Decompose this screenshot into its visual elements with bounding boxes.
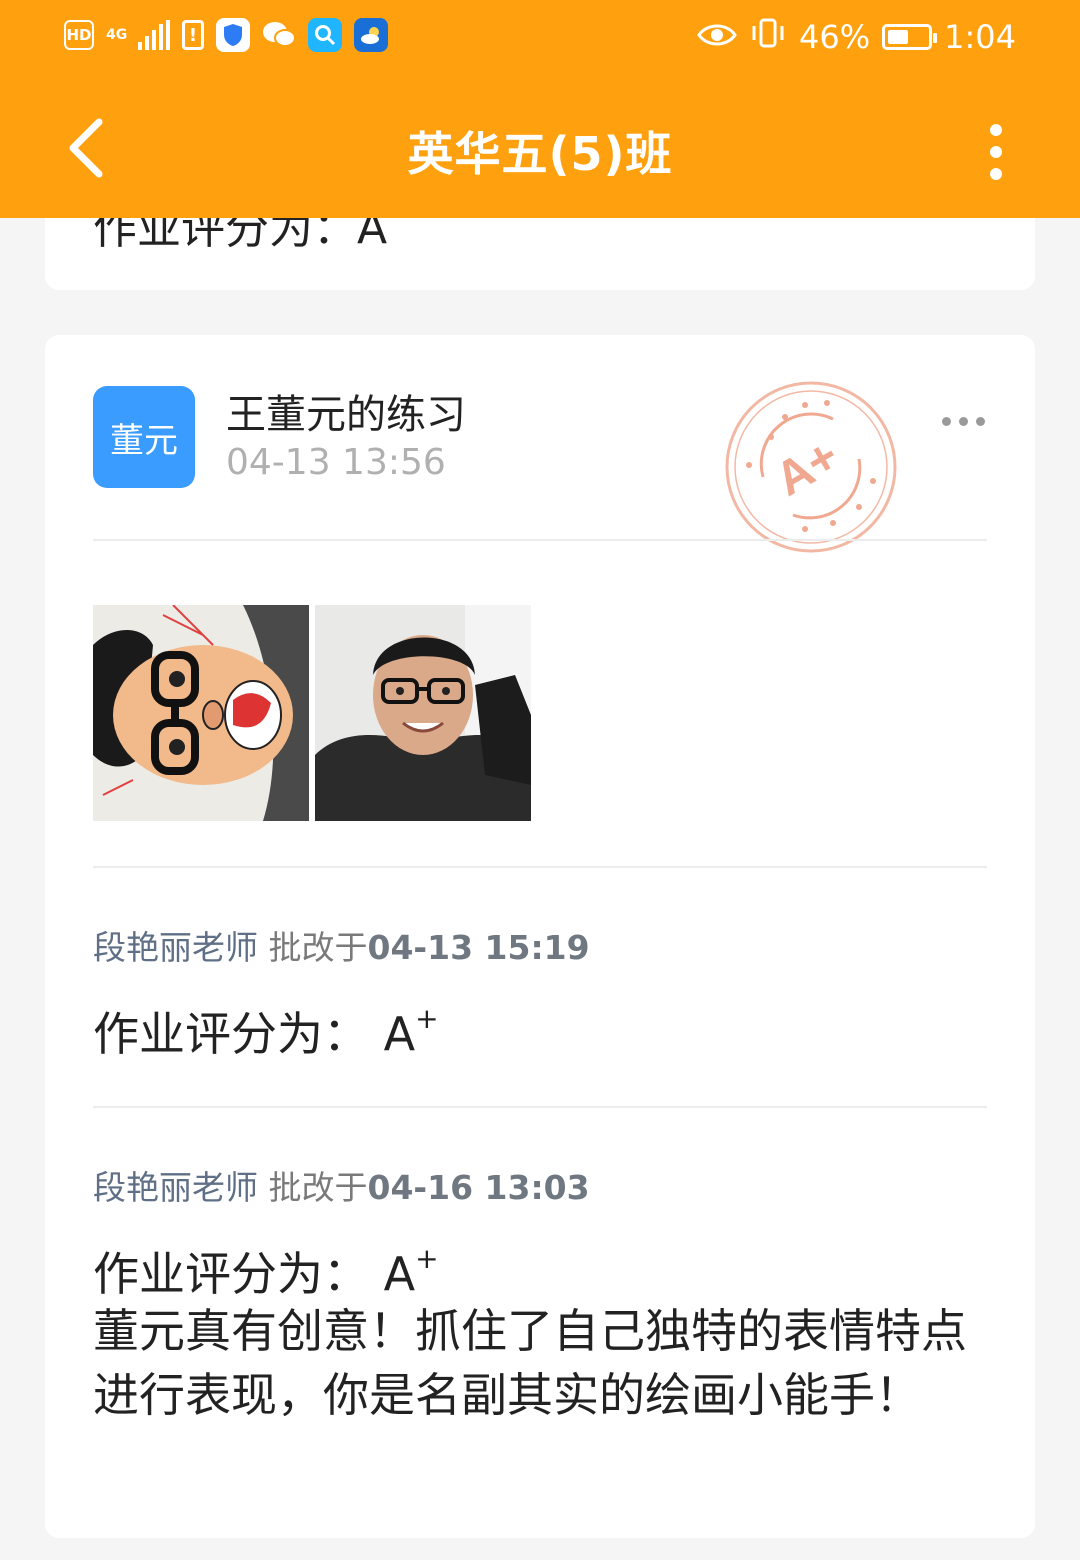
teacher-name: 段艳丽老师 — [93, 928, 258, 967]
post-title: 王董元的练习 — [226, 392, 466, 438]
avatar[interactable]: 董元 — [93, 386, 195, 488]
page-title: 英华五(5)班 — [407, 127, 673, 181]
wechat-icon — [262, 18, 296, 52]
alert-icon: ! — [182, 20, 204, 50]
network-type: 4G — [106, 27, 128, 43]
review-meta: 段艳丽老师 批改于04-13 15:19 — [93, 921, 590, 969]
teacher-name: 段艳丽老师 — [93, 1168, 258, 1207]
post-card: 董元 王董元的练习 04-13 13:56 A+ 段艳丽老师 批改于04-13 … — [45, 335, 1035, 1538]
grade-value: A — [383, 1247, 416, 1301]
divider — [93, 1106, 987, 1108]
grade-label: 作业评分为： — [93, 1007, 369, 1061]
battery-icon — [882, 24, 938, 50]
review-action: 批改于 — [268, 928, 368, 967]
photo-drawing[interactable] — [93, 605, 309, 821]
status-bar: HD 4G ! 46% 1:04 — [0, 0, 1080, 78]
weather-app-icon — [354, 18, 388, 52]
app-bar: 英华五(5)班 — [0, 78, 1080, 218]
grade-plus: + — [415, 1242, 439, 1275]
clock: 1:04 — [944, 18, 1016, 56]
grade-value: A — [383, 1007, 416, 1061]
review-grade: 作业评分为： A+ — [93, 998, 439, 1064]
more-menu-button[interactable] — [966, 112, 1026, 192]
signal-icon — [138, 20, 170, 50]
shield-app-icon — [216, 18, 250, 52]
review-time: 04-13 15:19 — [367, 928, 590, 967]
photo-selfie[interactable] — [315, 605, 531, 821]
grade-plus: + — [415, 1002, 439, 1035]
divider — [93, 539, 987, 541]
review-comment: 董元真有创意！抓住了自己独特的表情特点进行表现，你是名副其实的绘画小能手！ — [93, 1304, 967, 1422]
divider — [93, 866, 987, 868]
hd-indicator: HD — [64, 20, 94, 50]
vibrate-icon — [749, 18, 787, 56]
top-bar: HD 4G ! 46% 1:04 英华五(5)班 — [0, 0, 1080, 218]
search-app-icon — [308, 18, 342, 52]
review-grade: 作业评分为： A+ — [93, 1238, 439, 1304]
post-time: 04-13 13:56 — [226, 442, 446, 483]
grade-label: 作业评分为： — [93, 1247, 369, 1301]
grade-stamp-icon: A+ — [725, 381, 897, 553]
review-action: 批改于 — [268, 1168, 368, 1207]
eye-icon — [697, 18, 737, 56]
stamp-grade: A+ — [767, 429, 848, 506]
review-meta: 段艳丽老师 批改于04-16 13:03 — [93, 1161, 590, 1209]
post-options-button[interactable] — [942, 417, 985, 426]
review-time: 04-16 13:03 — [367, 1168, 590, 1207]
battery-percent: 46% — [799, 18, 871, 56]
